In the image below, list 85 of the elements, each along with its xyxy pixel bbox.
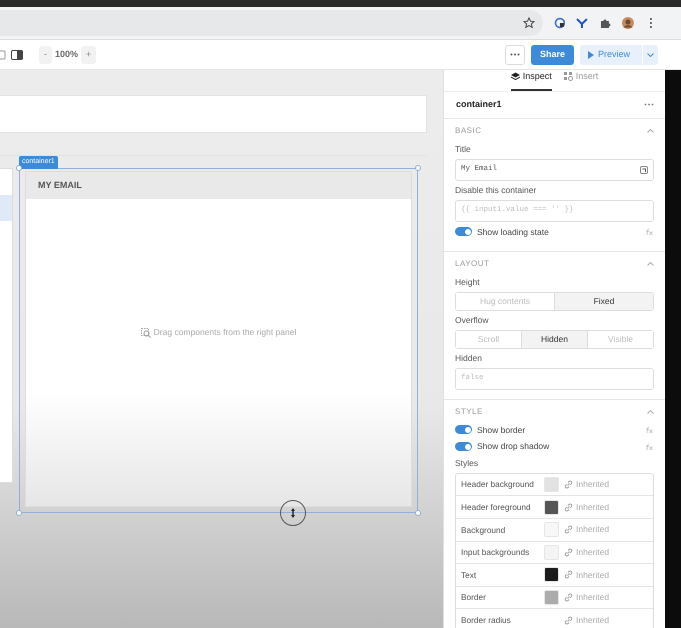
link-icon[interactable] [564, 525, 573, 534]
more-button[interactable] [504, 44, 525, 64]
field-label: Styles [455, 457, 480, 470]
vertical-resize-icon [291, 508, 295, 518]
style-name: Border [461, 591, 487, 604]
color-swatch[interactable] [544, 500, 559, 515]
container-title: MY EMAIL [26, 172, 411, 199]
resize-handle[interactable] [415, 165, 421, 171]
toggle-label: Show loading state [477, 226, 550, 238]
link-icon[interactable] [564, 593, 573, 602]
toggle-label: Show border [477, 424, 526, 436]
more-icon [510, 53, 520, 56]
style-name: Header foreground [461, 500, 532, 514]
color-swatch[interactable] [544, 522, 559, 538]
zoom-in-button[interactable]: + [81, 46, 96, 64]
link-icon[interactable] [564, 548, 573, 557]
link-icon[interactable] [564, 480, 573, 490]
section-title: STYLE [455, 406, 483, 418]
toggle-switch[interactable] [455, 425, 472, 434]
drag-search-icon [140, 328, 151, 338]
style-name: Border radius [461, 614, 512, 626]
function-icon[interactable] [645, 228, 654, 236]
color-swatch[interactable] [544, 477, 559, 492]
inherited-value: Inherited [576, 523, 610, 536]
resize-handle[interactable] [16, 165, 22, 171]
play-icon [588, 50, 594, 58]
zoom-level: 100% [55, 48, 78, 61]
color-swatch[interactable] [544, 590, 559, 606]
field-label: Height [455, 276, 481, 289]
inherited-value: Inherited [576, 568, 610, 582]
color-swatch[interactable] [544, 567, 559, 582]
empty-hint: Drag components from the right panel [154, 326, 296, 339]
segment-option[interactable]: Fixed [555, 293, 653, 310]
resize-handle[interactable] [16, 510, 22, 516]
field-label: Hidden [455, 352, 483, 364]
inherited-value: Inherited [576, 614, 610, 626]
style-name: Header background [461, 478, 535, 491]
chevron-up-icon[interactable] [647, 410, 654, 414]
layers-icon [510, 72, 520, 82]
puzzle-icon[interactable] [599, 17, 612, 29]
toggle-switch[interactable] [455, 442, 472, 452]
panel-tab[interactable]: Insert [564, 70, 598, 90]
field-label: Overflow [455, 314, 490, 327]
vee-extension-icon[interactable] [576, 17, 588, 29]
zoom-out-button[interactable]: - [39, 46, 52, 64]
function-icon[interactable] [645, 426, 654, 434]
color-swatch[interactable] [544, 544, 559, 560]
style-name: Background [461, 524, 506, 536]
link-icon[interactable] [564, 616, 573, 625]
segment-option[interactable]: Hidden [522, 330, 588, 348]
inherited-value: Inherited [576, 546, 610, 559]
inherited-value: Inherited [576, 591, 610, 604]
reset-icon[interactable] [640, 166, 648, 174]
chevron-up-icon[interactable] [647, 129, 654, 133]
style-name: Text [461, 568, 478, 582]
star-icon[interactable] [522, 17, 535, 29]
link-icon[interactable] [564, 502, 573, 512]
caret-icon [647, 52, 654, 56]
section-title: LAYOUT [455, 258, 490, 270]
inherited-value: Inherited [576, 478, 610, 491]
resize-handle[interactable] [415, 510, 421, 516]
field-label: Title [455, 143, 472, 156]
function-icon[interactable] [645, 442, 654, 451]
field-label: Disable this container [455, 184, 538, 196]
panel-tab[interactable]: Inspect [510, 70, 552, 90]
device-icon[interactable] [0, 50, 6, 60]
circle-extension-icon[interactable] [554, 17, 566, 29]
grid-plus-icon [564, 72, 573, 82]
dropdown-button[interactable] [642, 44, 658, 64]
more-icon[interactable] [644, 102, 654, 106]
chevron-up-icon[interactable] [647, 262, 654, 266]
panel-layout-icon[interactable] [11, 50, 23, 60]
share-button[interactable]: Share [530, 44, 574, 64]
preview-button[interactable]: Preview [580, 44, 642, 64]
link-icon[interactable] [564, 570, 573, 580]
avatar-icon[interactable] [622, 17, 634, 29]
inherited-value: Inherited [576, 500, 610, 514]
toggle-switch[interactable] [455, 227, 472, 236]
height-resize-handle[interactable] [280, 500, 306, 526]
segment-option[interactable]: Hug contents [456, 293, 555, 310]
toggle-label: Show drop shadow [477, 440, 550, 453]
section-title: BASIC [455, 125, 482, 137]
segment-option[interactable]: Scroll [456, 330, 522, 348]
style-name: Input backgrounds [461, 546, 530, 559]
component-name: container1 [456, 98, 502, 110]
